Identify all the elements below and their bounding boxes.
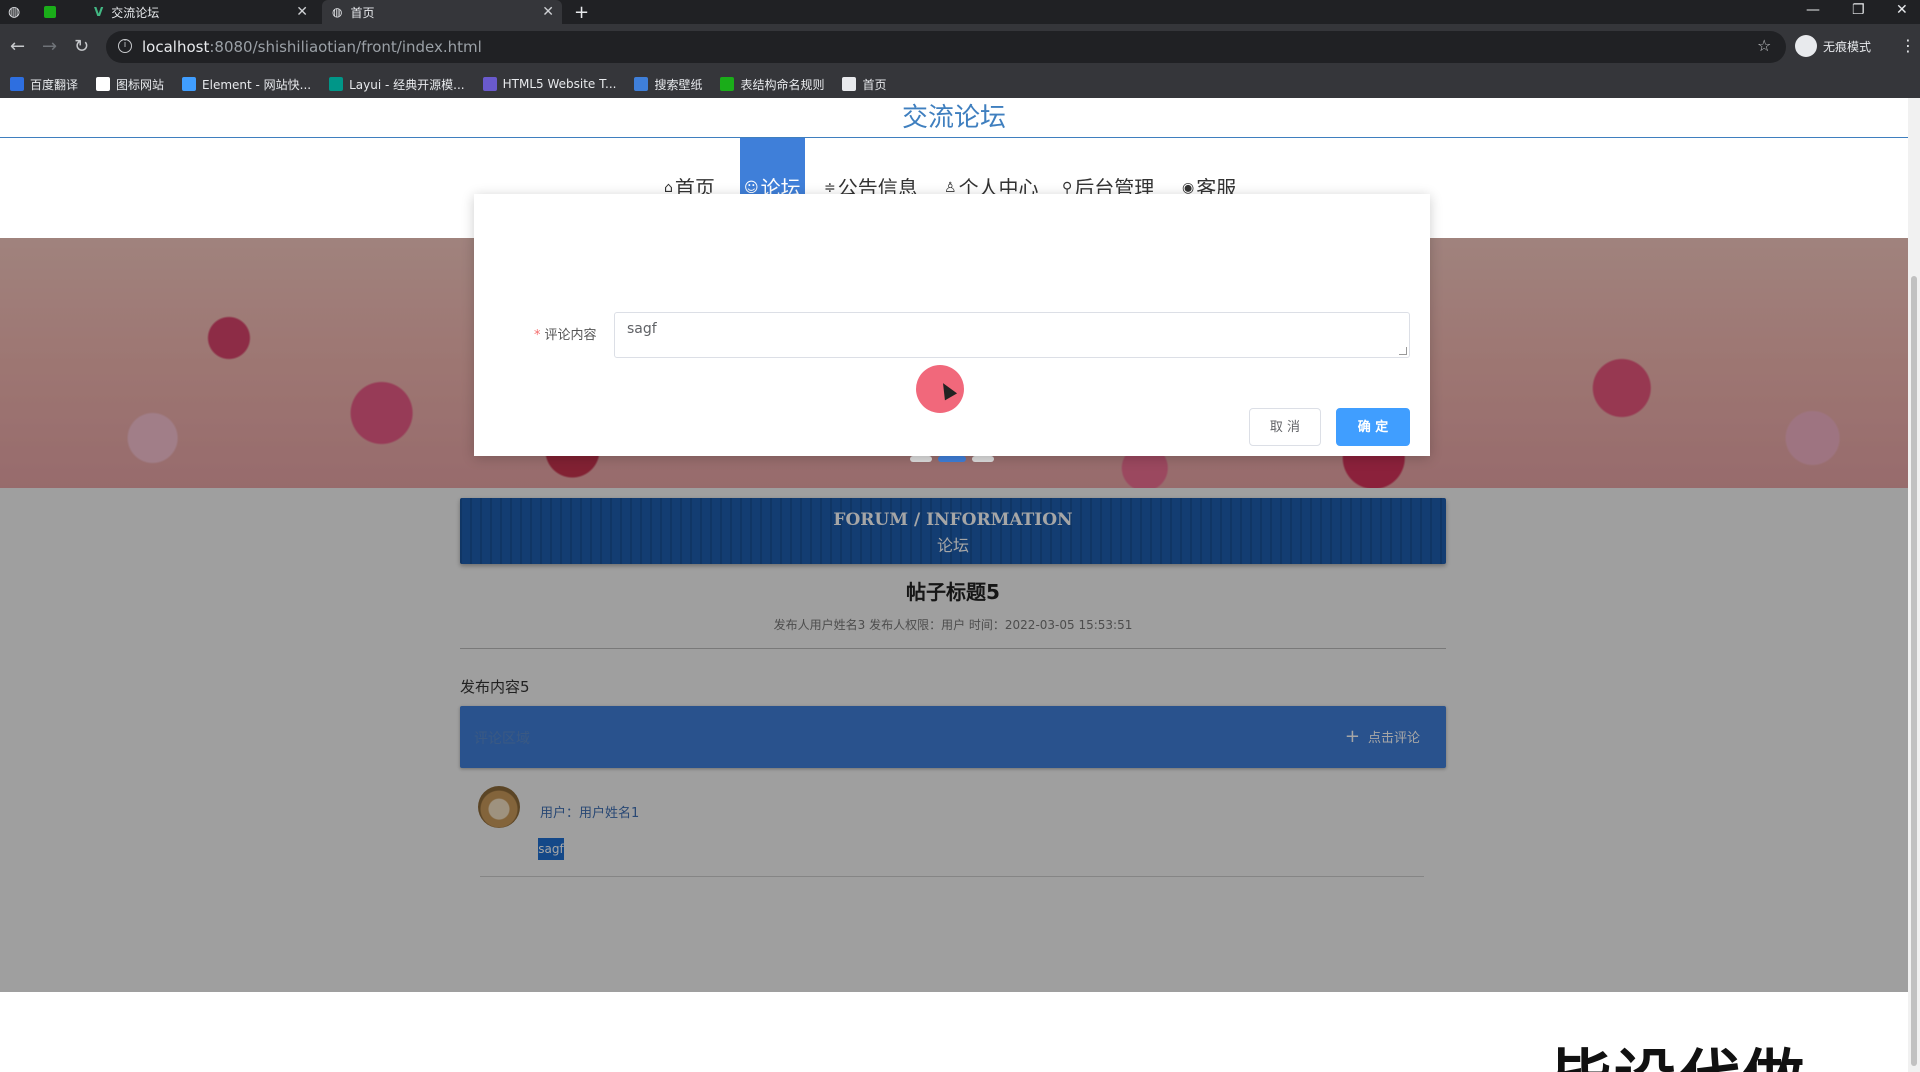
reload-icon[interactable]: ↻ bbox=[74, 36, 89, 57]
page-scrollbar[interactable] bbox=[1908, 98, 1920, 1072]
bookmarks-bar: 百度翻译 图标网站 Element - 网站快... Layui - 经典开源模...… bbox=[0, 70, 1920, 98]
resize-handle[interactable] bbox=[1399, 347, 1407, 355]
bookmark-label: Element - 网站快... bbox=[202, 77, 312, 92]
carousel-dot-active[interactable] bbox=[938, 456, 966, 462]
close-icon[interactable]: ✕ bbox=[542, 4, 554, 20]
menu-icon[interactable]: ⋮ bbox=[1900, 36, 1916, 55]
bookmark-label: 首页 bbox=[862, 77, 887, 92]
carousel-indicators bbox=[910, 456, 994, 462]
bookmark-label: HTML5 Website T... bbox=[502, 77, 617, 91]
url-input[interactable]: i localhost:8080/shishiliaotian/front/in… bbox=[106, 31, 1786, 63]
new-tab-button[interactable]: + bbox=[574, 2, 589, 23]
restore-icon[interactable]: ❐ bbox=[1852, 2, 1865, 18]
confirm-button[interactable]: 确 定 bbox=[1336, 408, 1410, 446]
bookmark-label: 搜索壁纸 bbox=[654, 77, 703, 92]
forward-icon[interactable]: → bbox=[42, 36, 57, 57]
close-window-icon[interactable]: ✕ bbox=[1896, 2, 1908, 18]
carousel-dot[interactable] bbox=[972, 456, 994, 462]
bookmark-item[interactable]: 图标网站 bbox=[96, 76, 164, 93]
bookmark-icon bbox=[634, 77, 649, 91]
close-icon[interactable]: ✕ bbox=[296, 4, 308, 20]
tab-label: 交流论坛 bbox=[111, 5, 160, 20]
scrollbar-thumb[interactable] bbox=[1911, 276, 1917, 1066]
bookmark-item[interactable]: 百度翻译 bbox=[10, 76, 78, 93]
bookmark-label: 表结构命名规则 bbox=[740, 77, 825, 92]
bookmark-item[interactable]: 表结构命名规则 bbox=[720, 76, 824, 93]
comment-dialog: * 评论内容 sagf 取 消 确 定 bbox=[474, 194, 1430, 456]
tab-label: 首页 bbox=[350, 5, 375, 20]
pinned-tab[interactable]: ◍ bbox=[8, 0, 38, 24]
info-icon[interactable]: i bbox=[118, 39, 132, 53]
incognito-label: 无痕模式 bbox=[1823, 39, 1872, 54]
tab-forum[interactable]: V 交流论坛 ✕ bbox=[84, 0, 316, 24]
browser-tabbar: ◍ V 交流论坛 ✕ ◍ 首页 ✕ + — ❐ ✕ bbox=[0, 0, 1920, 24]
url-host: localhost bbox=[142, 38, 210, 56]
bookmark-icon bbox=[842, 77, 857, 91]
bookmark-item[interactable]: HTML5 Website T... bbox=[482, 77, 617, 91]
sheet-icon bbox=[44, 6, 56, 18]
comment-field-label: * 评论内容 bbox=[534, 324, 597, 343]
minimize-icon[interactable]: — bbox=[1806, 2, 1820, 18]
bookmark-icon bbox=[482, 77, 497, 91]
bookmark-icon bbox=[96, 77, 111, 91]
comment-field-label-text: 评论内容 bbox=[544, 328, 597, 343]
bookmark-star-icon[interactable]: ☆ bbox=[1757, 36, 1771, 55]
bookmark-label: 图标网站 bbox=[116, 77, 165, 92]
incognito-icon bbox=[1795, 35, 1817, 57]
watermark: 毕设代做 bbox=[1550, 1028, 1806, 1072]
globe-icon: ◍ bbox=[8, 4, 21, 20]
address-bar-row: ← → ↻ i localhost:8080/shishiliaotian/fr… bbox=[0, 24, 1920, 70]
bookmark-item[interactable]: 首页 bbox=[842, 76, 887, 93]
site-title: 交流论坛 bbox=[0, 98, 1908, 138]
bookmark-icon bbox=[10, 77, 24, 91]
web-page: 交流论坛 ⌂ 首页 ☺ 论坛 ≑ 公告信息 ♙ 个人中心 ⚲ 后台管理 ◉ 客服 FORUM / IN… bbox=[0, 98, 1908, 1072]
bookmark-icon bbox=[720, 77, 735, 91]
tab-home[interactable]: ◍ 首页 ✕ bbox=[322, 0, 562, 24]
bookmark-icon bbox=[329, 77, 344, 91]
carousel-dot[interactable] bbox=[910, 456, 932, 462]
bookmark-icon bbox=[182, 77, 197, 91]
bookmark-label: 百度翻译 bbox=[30, 77, 79, 92]
bookmark-item[interactable]: 搜索壁纸 bbox=[634, 76, 702, 93]
back-icon[interactable]: ← bbox=[10, 36, 25, 57]
url-path: :8080/shishiliaotian/front/index.html bbox=[209, 38, 482, 56]
cancel-button[interactable]: 取 消 bbox=[1249, 408, 1321, 446]
comment-textarea[interactable]: sagf bbox=[614, 312, 1410, 358]
bookmark-item[interactable]: Element - 网站快... bbox=[182, 76, 311, 93]
required-mark: * bbox=[534, 328, 541, 343]
vue-icon: V bbox=[94, 5, 104, 19]
incognito-indicator[interactable]: 无痕模式 bbox=[1795, 35, 1871, 57]
globe-icon: ◍ bbox=[332, 5, 343, 19]
pinned-tab-2[interactable] bbox=[44, 0, 74, 24]
comment-textarea-value: sagf bbox=[627, 321, 657, 337]
bookmark-item[interactable]: Layui - 经典开源模... bbox=[329, 76, 465, 93]
bookmark-label: Layui - 经典开源模... bbox=[349, 77, 465, 92]
